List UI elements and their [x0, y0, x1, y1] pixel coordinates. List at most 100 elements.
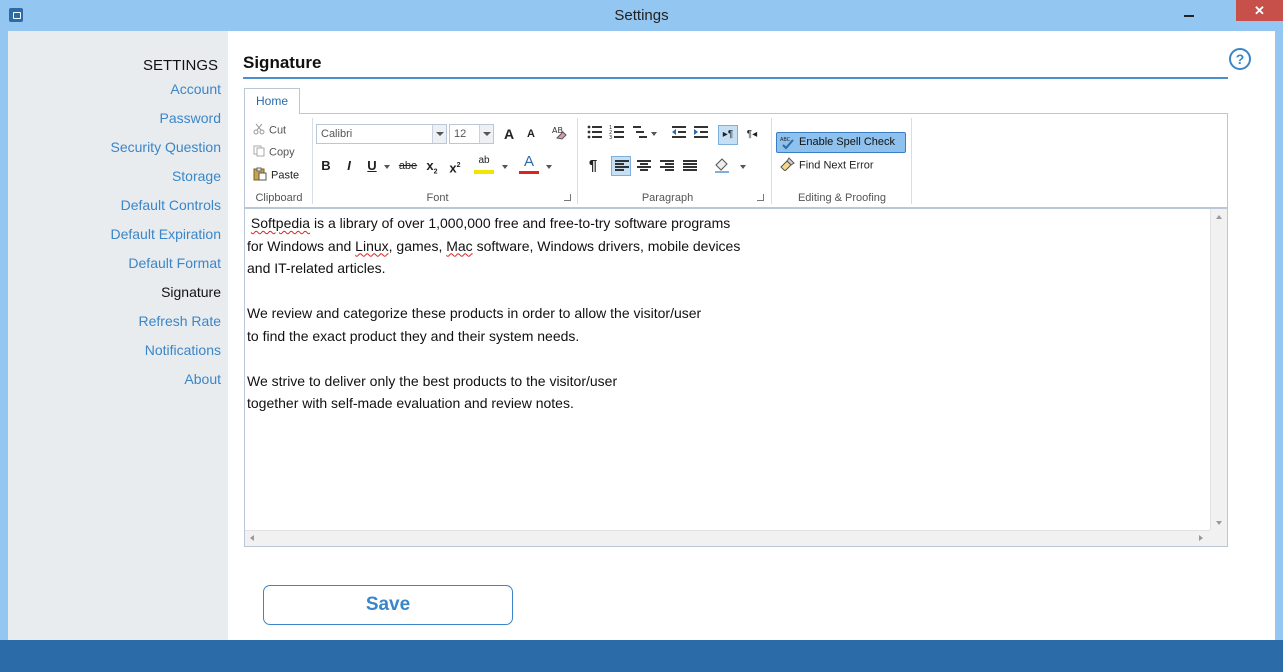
editor-line: and IT-related articles. — [247, 260, 386, 276]
bullet-list-icon[interactable] — [585, 125, 605, 145]
editor-line: for Windows and Linux, games, Mac softwa… — [247, 237, 741, 254]
align-left-icon — [615, 160, 629, 172]
chevron-down-icon[interactable] — [740, 165, 746, 169]
chevron-down-icon[interactable] — [651, 132, 657, 136]
paste-button[interactable]: Paste — [253, 167, 299, 184]
title-bar: Settings ✕ — [0, 0, 1283, 31]
bold-button[interactable]: B — [316, 156, 336, 176]
copy-button[interactable]: Copy — [253, 145, 295, 160]
font-family-value: Calibri — [321, 128, 353, 140]
chevron-down-icon[interactable] — [546, 165, 552, 169]
sidebar-item-password[interactable]: Password — [160, 110, 221, 126]
cut-button[interactable]: Cut — [253, 123, 286, 138]
font-size-value: 12 — [454, 128, 467, 140]
shrink-font-icon[interactable]: A — [521, 124, 541, 144]
font-dialog-launcher-icon[interactable] — [564, 194, 571, 201]
find-error-icon — [779, 157, 795, 174]
bottom-status-bar — [0, 640, 1283, 672]
tab-home[interactable]: Home — [244, 88, 300, 114]
clear-format-icon[interactable]: AB — [549, 124, 569, 144]
group-separator — [312, 118, 313, 204]
save-button[interactable]: Save — [263, 585, 513, 625]
enable-spell-check-button[interactable]: ABC Enable Spell Check — [776, 132, 906, 153]
decrease-indent-icon[interactable] — [669, 125, 689, 145]
spell-check-icon: ABC — [780, 135, 796, 158]
clipboard-group-label: Clipboard — [255, 192, 303, 204]
minimize-button[interactable] — [1181, 6, 1197, 24]
horizontal-scrollbar[interactable] — [245, 530, 1211, 546]
paste-icon — [253, 167, 267, 184]
editor-text-area[interactable]: Softpedia is a library of over 1,000,000… — [247, 212, 1207, 532]
justify-button[interactable] — [680, 156, 700, 176]
shading-icon[interactable] — [712, 156, 732, 176]
chevron-down-icon[interactable] — [479, 125, 493, 143]
sidebar-item-signature[interactable]: Signature — [161, 284, 221, 300]
vertical-scrollbar[interactable] — [1210, 209, 1227, 531]
font-family-select[interactable]: Calibri — [316, 124, 447, 144]
help-icon[interactable]: ? — [1229, 48, 1251, 70]
italic-button[interactable]: I — [339, 156, 359, 176]
chevron-down-icon[interactable] — [502, 165, 508, 169]
increase-indent-icon[interactable] — [691, 125, 711, 145]
find-next-error-button[interactable]: Find Next Error — [779, 157, 874, 174]
editor-line: together with self-made evaluation and r… — [247, 395, 574, 411]
left-to-right-icon[interactable]: ▸¶ — [718, 125, 738, 145]
scroll-down-icon[interactable] — [1216, 521, 1222, 525]
sidebar-heading: SETTINGS — [142, 57, 218, 74]
sidebar-item-default-format[interactable]: Default Format — [128, 255, 221, 271]
align-right-button[interactable] — [657, 156, 677, 176]
sidebar-item-security-question[interactable]: Security Question — [111, 139, 222, 155]
scroll-left-icon[interactable] — [250, 535, 254, 541]
underline-button[interactable]: U — [362, 156, 382, 176]
editor-line: We review and categorize these products … — [247, 305, 702, 321]
scissors-icon — [253, 123, 265, 138]
strikethrough-button[interactable]: abe — [396, 156, 420, 176]
cut-label: Cut — [269, 124, 287, 137]
editing-proofing-group-label: Editing & Proofing — [797, 192, 887, 204]
font-group-label: Font — [426, 192, 449, 204]
chevron-down-icon[interactable] — [432, 125, 446, 143]
align-left-button[interactable] — [611, 156, 631, 176]
show-formatting-button[interactable]: ¶ — [583, 156, 603, 176]
sidebar-item-storage[interactable]: Storage — [172, 168, 221, 184]
multilevel-list-icon[interactable] — [630, 125, 650, 145]
sidebar-item-about[interactable]: About — [184, 371, 221, 387]
subscript-button[interactable]: x2 — [422, 156, 442, 176]
right-to-left-icon[interactable]: ¶◂ — [742, 125, 762, 145]
group-separator — [911, 118, 912, 204]
align-center-button[interactable] — [634, 156, 654, 176]
chevron-down-icon[interactable] — [384, 165, 390, 169]
font-color-button[interactable]: A — [519, 154, 539, 174]
close-button[interactable]: ✕ — [1236, 0, 1283, 21]
scrollbar-corner — [1210, 530, 1227, 546]
paragraph-group-label: Paragraph — [641, 192, 694, 204]
font-size-select[interactable]: 12 — [449, 124, 494, 144]
editor-line: We strive to deliver only the best produ… — [247, 372, 618, 389]
group-separator — [577, 118, 578, 204]
scroll-right-icon[interactable] — [1199, 535, 1203, 541]
group-separator — [771, 118, 772, 204]
sidebar-item-refresh-rate[interactable]: Refresh Rate — [139, 313, 221, 329]
page-title: Signature — [243, 53, 322, 72]
sidebar-item-default-controls[interactable]: Default Controls — [121, 197, 221, 213]
paragraph-dialog-launcher-icon[interactable] — [757, 194, 764, 201]
window-frame-left — [0, 31, 8, 672]
sidebar-item-account[interactable]: Account — [170, 81, 221, 97]
editor-line: Softpedia is a library of over 1,000,000… — [250, 215, 731, 231]
numbered-list-icon[interactable]: 123 — [607, 125, 627, 145]
superscript-button[interactable]: x2 — [445, 156, 465, 176]
title-divider — [243, 77, 1228, 79]
justify-icon — [683, 160, 697, 172]
signature-editor[interactable]: Softpedia is a library of over 1,000,000… — [244, 208, 1228, 547]
window-frame-right — [1275, 31, 1283, 672]
align-center-icon — [637, 160, 651, 172]
sidebar-item-notifications[interactable]: Notifications — [145, 342, 221, 358]
highlight-color-button[interactable]: ab — [474, 154, 494, 174]
grow-font-icon[interactable]: A — [499, 124, 519, 144]
svg-text:ABC: ABC — [780, 137, 791, 143]
sidebar-item-default-expiration[interactable]: Default Expiration — [110, 226, 221, 242]
window-title: Settings — [614, 7, 669, 24]
scroll-up-icon[interactable] — [1216, 215, 1222, 219]
find-next-error-label: Find Next Error — [799, 159, 874, 172]
